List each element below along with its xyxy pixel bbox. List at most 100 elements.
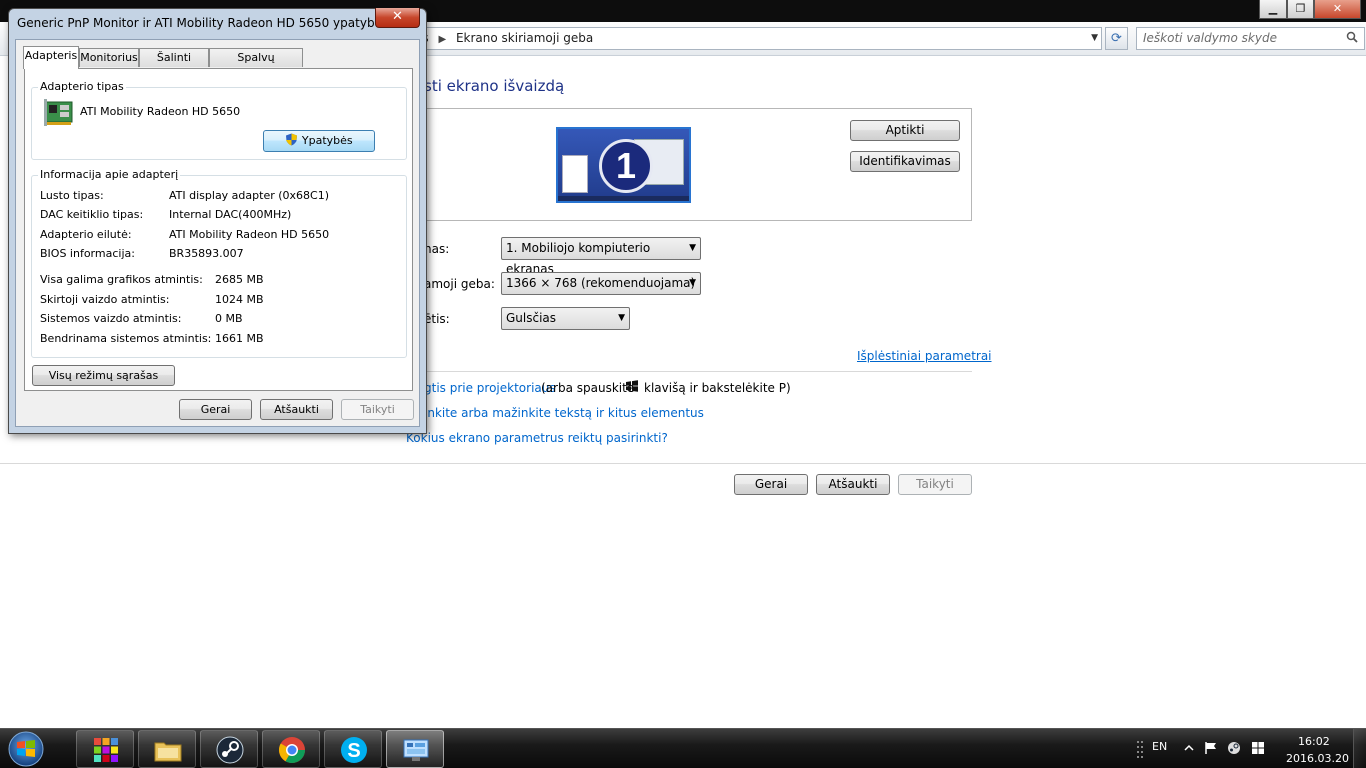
adapter-properties-button[interactable]: Ypatybės xyxy=(263,130,375,152)
uac-shield-icon xyxy=(286,133,298,146)
apply-button[interactable]: Taikyti xyxy=(898,474,972,495)
memory-label: Skirtoji vaizdo atmintis: xyxy=(40,293,170,306)
adapter-info-group: Informacija apie adapterį Lusto tipas: A… xyxy=(31,168,407,358)
taskbar-control-panel[interactable] xyxy=(386,730,444,768)
dialog-ok-button[interactable]: Gerai xyxy=(179,399,252,420)
windows-logo-icon xyxy=(626,380,638,392)
memory-value: 1024 MB xyxy=(215,293,264,306)
adapter-properties-label: Ypatybės xyxy=(301,134,353,147)
monitor-1-thumbnail[interactable]: 1 xyxy=(556,127,691,203)
adapter-properties-dialog: Generic PnP Monitor ir ATI Mobility Rade… xyxy=(8,8,427,434)
tab-troubleshoot[interactable]: Šalinti triktis xyxy=(139,48,209,81)
thumbnail-taskbar xyxy=(558,196,689,201)
memory-label: Bendrinama sistemos atmintis: xyxy=(40,332,212,345)
taskbar-start-tiles[interactable] xyxy=(76,730,134,768)
windows-flag-tray-icon[interactable] xyxy=(1251,741,1265,755)
text-size-link[interactable]: inkite arba mažinkite tekstą ir kitus el… xyxy=(424,406,704,420)
display-select[interactable]: 1. Mobiliojo kompiuterio ekranas ▼ xyxy=(501,237,701,276)
projector-hint-end: klavišą ir bakstelėkite P) xyxy=(644,381,791,395)
taskbar-explorer[interactable] xyxy=(138,730,196,768)
info-value: ATI Mobility Radeon HD 5650 xyxy=(169,228,330,241)
dialog-close-button[interactable]: ✕ xyxy=(375,8,420,28)
thumbnail-window-icon xyxy=(562,155,588,193)
memory-value: 1661 MB xyxy=(215,332,264,345)
advanced-settings-link[interactable]: Išplėstiniai parametrai xyxy=(857,349,992,363)
adapter-type-group-title: Adapterio tipas xyxy=(38,80,126,93)
control-panel-icon xyxy=(403,739,429,761)
dialog-body: Adapteris Monitorius Šalinti triktis Spa… xyxy=(15,39,420,427)
projector-hint-start: (arba spauskite xyxy=(541,381,635,395)
skype-icon: S xyxy=(341,737,367,763)
dialog-apply-button[interactable]: Taikyti xyxy=(341,399,414,420)
search-box[interactable] xyxy=(1136,27,1365,50)
folder-icon xyxy=(154,742,182,762)
chevron-down-icon: ▼ xyxy=(689,243,696,253)
tab-color-management[interactable]: Spalvų valdymas xyxy=(209,48,303,81)
address-dropdown-icon[interactable]: ▼ xyxy=(1091,28,1098,49)
breadcrumb-current[interactable]: Ekrano skiriamoji geba xyxy=(456,31,593,45)
tray-grip-icon xyxy=(1137,741,1143,758)
taskbar-skype[interactable]: S xyxy=(324,730,382,768)
resolution-select[interactable]: 1366 × 768 (rekomenduojama) ▼ xyxy=(501,272,701,295)
address-field[interactable]: as ▶ Ekrano skiriamoji geba ▼ xyxy=(410,27,1102,50)
clock-time[interactable]: 16:02 xyxy=(1298,735,1330,748)
maximize-button[interactable]: ❐ xyxy=(1287,0,1314,19)
cancel-button[interactable]: Atšaukti xyxy=(816,474,890,495)
display-select-value: 1. Mobiliojo kompiuterio ekranas xyxy=(506,241,651,276)
show-hidden-icons-icon[interactable] xyxy=(1182,741,1196,755)
orientation-select[interactable]: Gulsčias ▼ xyxy=(501,307,630,330)
list-all-modes-button[interactable]: Visų režimų sąrašas xyxy=(32,365,175,386)
resolution-label: amoji geba: xyxy=(424,277,495,291)
clock-date[interactable]: 2016.03.20 xyxy=(1286,752,1349,765)
graphics-card-icon xyxy=(44,99,73,126)
orientation-label: ētis: xyxy=(424,312,450,326)
ok-button[interactable]: Gerai xyxy=(734,474,808,495)
detect-button[interactable]: Aptikti xyxy=(850,120,960,141)
taskbar-steam[interactable] xyxy=(200,730,258,768)
memory-value: 2685 MB xyxy=(215,273,264,286)
dialog-cancel-button[interactable]: Atšaukti xyxy=(260,399,333,420)
search-icon[interactable] xyxy=(1346,31,1358,43)
chrome-icon xyxy=(278,737,305,763)
memory-value: 0 MB xyxy=(215,312,243,325)
info-value: BR35893.007 xyxy=(169,247,244,260)
info-label: Adapterio eilutė: xyxy=(40,228,132,241)
projector-link[interactable]: gtis prie projektoriaus xyxy=(424,381,556,395)
minimize-button[interactable]: ▁ xyxy=(1259,0,1287,19)
tiles-app-icon xyxy=(94,738,118,762)
adapter-name: ATI Mobility Radeon HD 5650 xyxy=(80,105,241,118)
page-heading: sti ekrano išvaizdą xyxy=(424,77,565,95)
show-desktop-button[interactable] xyxy=(1353,729,1366,768)
action-center-flag-icon[interactable] xyxy=(1204,741,1218,755)
memory-label: Sistemos vaizdo atmintis: xyxy=(40,312,182,325)
search-input[interactable] xyxy=(1143,31,1333,45)
monitor-number: 1 xyxy=(599,139,653,193)
chevron-down-icon: ▼ xyxy=(618,313,625,323)
taskbar: S EN 16:02 2016.03.20 xyxy=(0,728,1366,768)
tab-monitor[interactable]: Monitorius xyxy=(79,48,139,67)
taskbar-chrome[interactable] xyxy=(262,730,320,768)
display-label: nas: xyxy=(424,242,450,256)
info-label: Lusto tipas: xyxy=(40,189,104,202)
info-value: ATI display adapter (0x68C1) xyxy=(169,189,329,202)
start-button-icon[interactable] xyxy=(6,730,46,768)
close-button[interactable]: ✕ xyxy=(1314,0,1361,19)
adapter-type-group: Adapterio tipas ATI Mobility Radeon HD 5… xyxy=(31,80,407,160)
adapter-info-group-title: Informacija apie adapterį xyxy=(38,168,181,181)
divider xyxy=(410,371,972,372)
steam-tray-icon[interactable] xyxy=(1227,741,1241,755)
info-label: DAC keitiklio tipas: xyxy=(40,208,144,221)
input-language-indicator[interactable]: EN xyxy=(1152,740,1167,753)
identify-button[interactable]: Identifikavimas xyxy=(850,151,960,172)
tab-adapter[interactable]: Adapteris xyxy=(23,46,79,69)
refresh-icon: ⟳ xyxy=(1111,31,1122,46)
svg-text:S: S xyxy=(347,740,360,762)
breadcrumb-arrow-icon: ▶ xyxy=(438,34,447,45)
refresh-button[interactable]: ⟳ xyxy=(1105,27,1128,50)
divider xyxy=(0,463,1366,464)
info-label: BIOS informacija: xyxy=(40,247,135,260)
chevron-down-icon: ▼ xyxy=(689,278,696,288)
memory-label: Visa galima grafikos atmintis: xyxy=(40,273,203,286)
adapter-tab-panel: Adapterio tipas ATI Mobility Radeon HD 5… xyxy=(24,68,413,391)
which-settings-link[interactable]: Kokius ekrano parametrus reiktų pasirink… xyxy=(406,431,668,445)
